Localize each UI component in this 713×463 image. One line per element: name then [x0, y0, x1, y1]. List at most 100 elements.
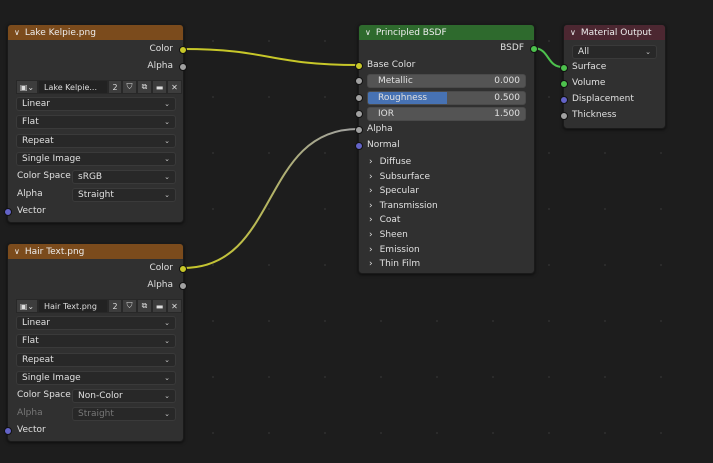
chevron-down-icon[interactable]: ∨ [365, 28, 371, 37]
duplicate-icon[interactable]: ⧉ [137, 80, 152, 94]
image-selector[interactable]: ▣⌄ Lake Kelpie... 2 ⛉ ⧉ ▬ ✕ [16, 80, 182, 94]
alpha-mode-dropdown-value: Straight [78, 190, 114, 200]
interpolation-dropdown-value: Linear [22, 318, 50, 328]
slider-label: Metallic [378, 76, 413, 86]
color-space-dropdown[interactable]: sRGB ⌄ [72, 170, 176, 184]
panel-diffuse[interactable]: › Diffuse [369, 155, 534, 169]
chevron-down-icon: ⌄ [164, 319, 170, 327]
image-name-field[interactable]: Hair Text.png [38, 299, 108, 313]
output-input-label: Thickness [572, 110, 617, 120]
chevron-right-icon: › [369, 186, 373, 197]
principled-bsdf-node[interactable]: ∨ Principled BSDF BSDF Base Color Metallic 0.… [355, 24, 538, 274]
slider-value: 0.000 [494, 76, 520, 86]
image-texture-node-header[interactable]: ∨ Hair Text.png [8, 244, 183, 259]
slider-socket[interactable] [355, 93, 363, 102]
vector-input-socket[interactable] [4, 208, 12, 216]
panel-label: Thin Film [379, 259, 421, 270]
input-socket-volume[interactable] [560, 80, 568, 88]
slider-metallic[interactable]: Metallic 0.000 [367, 74, 526, 88]
input-socket-displacement[interactable] [560, 96, 568, 104]
vector-input-socket[interactable] [4, 427, 12, 435]
slider-roughness[interactable]: Roughness 0.500 [367, 90, 526, 105]
projection-dropdown[interactable]: Flat ⌄ [16, 334, 176, 348]
normal-socket[interactable] [355, 142, 363, 150]
panel-sheen[interactable]: › Sheen [369, 228, 534, 242]
chevron-right-icon: › [369, 171, 373, 182]
output-socket[interactable] [179, 46, 187, 54]
chevron-down-icon[interactable]: ∨ [14, 28, 20, 37]
close-icon[interactable]: ✕ [167, 299, 182, 313]
image-texture-node-header[interactable]: ∨ Lake Kelpie.png [8, 25, 183, 40]
input-socket-surface[interactable] [560, 64, 568, 72]
chevron-down-icon: ⌄ [164, 374, 170, 382]
duplicate-icon[interactable]: ⧉ [137, 299, 152, 313]
slider-ior[interactable]: IOR 1.500 [367, 107, 526, 121]
image-texture-node[interactable]: ∨ Hair Text.png Color Alpha ▣⌄ Hair Text.png 2… [4, 243, 187, 442]
panel-coat[interactable]: › Coat [369, 213, 534, 227]
panel-label: Emission [379, 244, 420, 255]
interpolation-dropdown[interactable]: Linear ⌄ [16, 97, 176, 111]
image-browse-icon[interactable]: ▣⌄ [16, 299, 38, 313]
input-socket-thickness[interactable] [560, 112, 568, 120]
open-folder-icon[interactable]: ▬ [152, 299, 167, 313]
chevron-down-icon: ⌄ [164, 191, 170, 199]
panel-thin-film[interactable]: › Thin Film [369, 257, 534, 271]
base-color-socket[interactable] [355, 62, 363, 70]
panel-label: Transmission [379, 200, 438, 211]
link-lake-color-to-base-color[interactable] [182, 48, 359, 66]
output-socket[interactable] [179, 282, 187, 290]
fake-user-shield-icon[interactable]: ⛉ [122, 80, 137, 94]
principled-bsdf-node-title: Principled BSDF [375, 27, 447, 38]
user-count[interactable]: 2 [108, 299, 122, 313]
color-space-dropdown[interactable]: Non-Color ⌄ [72, 389, 176, 403]
color-space-label: Color Space [17, 390, 71, 400]
chevron-down-icon: ⌄ [164, 100, 170, 108]
image-selector[interactable]: ▣⌄ Hair Text.png 2 ⛉ ⧉ ▬ ✕ [16, 299, 182, 313]
output-input-label: Surface [572, 62, 607, 72]
panel-label: Sheen [379, 230, 408, 240]
material-output-node[interactable]: ∨ Material Output All ⌄ Surface Volume Displac… [560, 24, 666, 129]
output-socket[interactable] [179, 63, 187, 71]
user-count[interactable]: 2 [108, 80, 122, 94]
slider-value: 1.500 [494, 109, 520, 119]
slider-socket[interactable] [355, 110, 363, 118]
panel-specular[interactable]: › Specular [369, 184, 534, 198]
chevron-down-icon[interactable]: ∨ [14, 247, 20, 256]
fake-user-shield-icon[interactable]: ⛉ [122, 299, 137, 313]
interpolation-dropdown[interactable]: Linear ⌄ [16, 316, 176, 330]
projection-dropdown-value: Flat [22, 336, 39, 346]
chevron-right-icon: › [369, 157, 373, 167]
principled-bsdf-node-header[interactable]: ∨ Principled BSDF [359, 25, 534, 40]
output-socket[interactable] [179, 265, 187, 273]
chevron-right-icon: › [369, 244, 373, 255]
alpha-mode-label: Alpha [17, 189, 43, 199]
chevron-right-icon: › [369, 259, 373, 270]
source-dropdown[interactable]: Single Image ⌄ [16, 371, 176, 385]
chevron-down-icon[interactable]: ∨ [570, 28, 576, 37]
extension-dropdown[interactable]: Repeat ⌄ [16, 134, 176, 148]
output-input-label: Volume [572, 78, 606, 88]
color-space-label: Color Space [17, 171, 71, 181]
image-browse-icon[interactable]: ▣⌄ [16, 80, 38, 94]
material-output-node-header[interactable]: ∨ Material Output [564, 25, 665, 40]
panel-emission[interactable]: › Emission [369, 243, 534, 257]
close-icon[interactable]: ✕ [167, 80, 182, 94]
projection-dropdown[interactable]: Flat ⌄ [16, 115, 176, 129]
image-texture-node[interactable]: ∨ Lake Kelpie.png Color Alpha ▣⌄ Lake Kelpie.… [4, 24, 187, 223]
bsdf-output-socket[interactable] [530, 45, 538, 53]
target-dropdown[interactable]: All ⌄ [572, 45, 657, 59]
panel-transmission[interactable]: › Transmission [369, 199, 534, 213]
alpha-mode-dropdown[interactable]: Straight ⌄ [72, 188, 176, 202]
chevron-down-icon: ⌄ [164, 410, 170, 418]
source-dropdown-value: Single Image [22, 154, 81, 164]
base-color-label: Base Color [367, 60, 416, 70]
panel-subsurface[interactable]: › Subsurface [369, 170, 534, 184]
alpha-socket[interactable] [355, 126, 363, 134]
link-hair-color-to-alpha[interactable] [182, 128, 359, 269]
image-name-field[interactable]: Lake Kelpie... [38, 80, 108, 94]
slider-socket[interactable] [355, 77, 363, 85]
output-label: Alpha [147, 280, 173, 290]
open-folder-icon[interactable]: ▬ [152, 80, 167, 94]
source-dropdown[interactable]: Single Image ⌄ [16, 152, 176, 166]
extension-dropdown[interactable]: Repeat ⌄ [16, 353, 176, 367]
